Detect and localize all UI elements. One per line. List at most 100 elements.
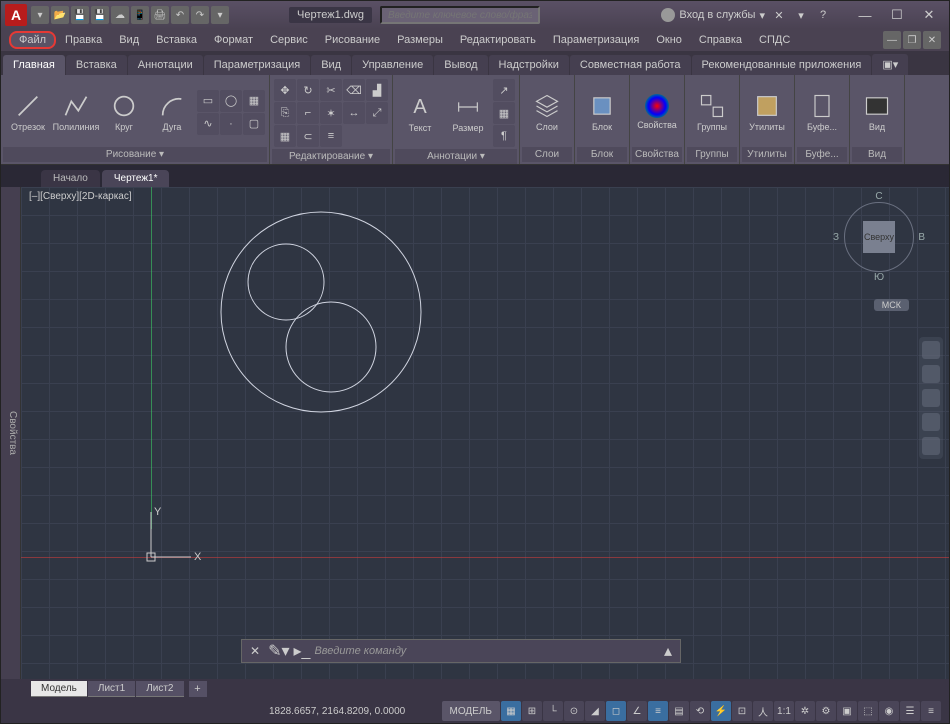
ribbon-tab-collab[interactable]: Совместная работа [570,55,691,75]
ellipse-icon[interactable]: ◯ [220,90,242,112]
dyn-toggle-icon[interactable]: ⚡ [711,701,731,721]
doc-tab-current[interactable]: Чертеж1* [102,170,170,187]
ribbon-tab-output[interactable]: Вывод [434,55,487,75]
erase-icon[interactable]: ⌫ [343,79,365,101]
qat-undo-icon[interactable]: ↶ [171,6,189,24]
qat-redo-icon[interactable]: ↷ [191,6,209,24]
help-search-input[interactable] [380,6,540,24]
qat-web-icon[interactable]: ☁ [111,6,129,24]
layout-tab-2[interactable]: Лист2 [136,681,183,697]
qp-toggle-icon[interactable]: ⊡ [732,701,752,721]
table-icon[interactable]: ▦ [493,102,515,124]
panel-annot-title[interactable]: Аннотации ▾ [395,149,517,164]
nav-pan-icon[interactable] [922,365,940,383]
isolate-icon[interactable]: ☰ [900,701,920,721]
rect-icon[interactable]: ▭ [197,90,219,112]
offset-icon[interactable]: ⊂ [297,125,319,147]
block-button[interactable]: Блок [579,79,625,145]
mirror-icon[interactable]: ▟ [366,79,388,101]
ribbon-tab-featured[interactable]: Рекомендованные приложения [692,55,872,75]
iso-toggle-icon[interactable]: ◢ [585,701,605,721]
menu-modify[interactable]: Редактировать [452,32,544,48]
ribbon-tab-home[interactable]: Главная [3,55,65,75]
ribbon-tab-insert[interactable]: Вставка [66,55,127,75]
layout-add-button[interactable]: + [189,681,207,697]
mdi-minimize-icon[interactable]: — [883,31,901,49]
view-button[interactable]: Вид [854,79,900,145]
trim-icon[interactable]: ✂ [320,79,342,101]
scale-button[interactable]: 1:1 [774,701,794,721]
exchange-icon[interactable]: ✕ [771,7,787,23]
qat-print-icon[interactable]: 🖨 [151,6,169,24]
stretch-icon[interactable]: ↔ [343,102,365,124]
cmd-close-icon[interactable]: ✕ [246,644,264,658]
workspace-icon[interactable]: ⚙ [816,701,836,721]
menu-spds[interactable]: СПДС [751,32,798,48]
mdi-restore-icon[interactable]: ❐ [903,31,921,49]
customize-status-icon[interactable]: ≡ [921,701,941,721]
props-button[interactable]: Свойства [634,79,680,145]
mtext-icon[interactable]: ¶ [493,125,515,147]
cycling-icon[interactable]: ⟲ [690,701,710,721]
maximize-button[interactable]: ☐ [881,3,913,27]
menu-edit[interactable]: Правка [57,32,110,48]
ribbon-tab-param[interactable]: Параметризация [204,55,310,75]
ribbon-tab-manage[interactable]: Управление [352,55,433,75]
hardware-icon[interactable]: ◉ [879,701,899,721]
ribbon-tab-view[interactable]: Вид [311,55,351,75]
fillet-icon[interactable]: ⌐ [297,102,319,124]
move-icon[interactable]: ✥ [274,79,296,101]
cmd-history-icon[interactable]: ▴ [660,641,676,661]
monitor-icon[interactable]: ▣ [837,701,857,721]
qat-more-icon[interactable]: ▾ [211,6,229,24]
qat-mobile-icon[interactable]: 📱 [131,6,149,24]
app-logo[interactable]: A [5,4,27,26]
command-line[interactable]: ✕ ✎▾ ▸_ Введите команду ▴ [241,639,681,663]
help-icon[interactable]: ? [815,7,831,23]
circle-button[interactable]: Круг [101,79,147,145]
ribbon-tab-extra-icon[interactable]: ▣▾ [872,54,908,75]
explode-icon[interactable]: ✶ [320,102,342,124]
layout-tab-1[interactable]: Лист1 [88,681,135,697]
snap-toggle-icon[interactable]: ⊞ [522,701,542,721]
otrack-toggle-icon[interactable]: ∠ [627,701,647,721]
viewcube[interactable]: С Ю З В Сверху [839,202,919,292]
menu-tools[interactable]: Сервис [262,32,316,48]
properties-panel-tab[interactable]: Свойства [1,187,21,679]
groups-button[interactable]: Группы [689,79,735,145]
arc-button[interactable]: Дуга [149,79,195,145]
ucs-icon[interactable]: Y X [136,507,196,567]
cmd-customize-icon[interactable]: ✎▾ [268,641,289,661]
qat-save-icon[interactable]: 💾 [71,6,89,24]
lwt-toggle-icon[interactable]: ≡ [648,701,668,721]
clipboard-button[interactable]: Буфе... [799,79,845,145]
line-button[interactable]: Отрезок [5,79,51,145]
cart-icon[interactable]: ▾ [793,7,809,23]
layout-tab-model[interactable]: Модель [31,681,87,697]
close-button[interactable]: ✕ [913,3,945,27]
units-icon[interactable]: ⬚ [858,701,878,721]
annovisibility-icon[interactable]: ✲ [795,701,815,721]
nav-zoom-icon[interactable] [922,389,940,407]
rotate-icon[interactable]: ↻ [297,79,319,101]
ribbon-tab-addins[interactable]: Надстройки [489,55,569,75]
mdi-close-icon[interactable]: ✕ [923,31,941,49]
region-icon[interactable]: ▢ [243,113,265,135]
qat-saveas-icon[interactable]: 💾 [91,6,109,24]
align-icon[interactable]: ≡ [320,125,342,147]
grid-toggle-icon[interactable]: ▦ [501,701,521,721]
menu-file[interactable]: Файл [9,31,56,49]
array-icon[interactable]: ▦ [274,125,296,147]
leader-icon[interactable]: ↗ [493,79,515,101]
viewcube-top[interactable]: Сверху [863,221,895,253]
polyline-button[interactable]: Полилиния [53,79,99,145]
ortho-toggle-icon[interactable]: └ [543,701,563,721]
nav-show-icon[interactable] [922,437,940,455]
menu-insert[interactable]: Вставка [148,32,205,48]
coordinates[interactable]: 1828.6657, 2164.8209, 0.0000 [269,706,405,717]
signin-button[interactable]: Вход в службы ▾ [661,8,765,22]
menu-draw[interactable]: Рисование [317,32,388,48]
wcs-label[interactable]: МСК [874,299,909,311]
spline-icon[interactable]: ∿ [197,113,219,135]
drawing-canvas[interactable]: [–][Сверху][2D-каркас] Y X С Ю З В [21,187,949,679]
